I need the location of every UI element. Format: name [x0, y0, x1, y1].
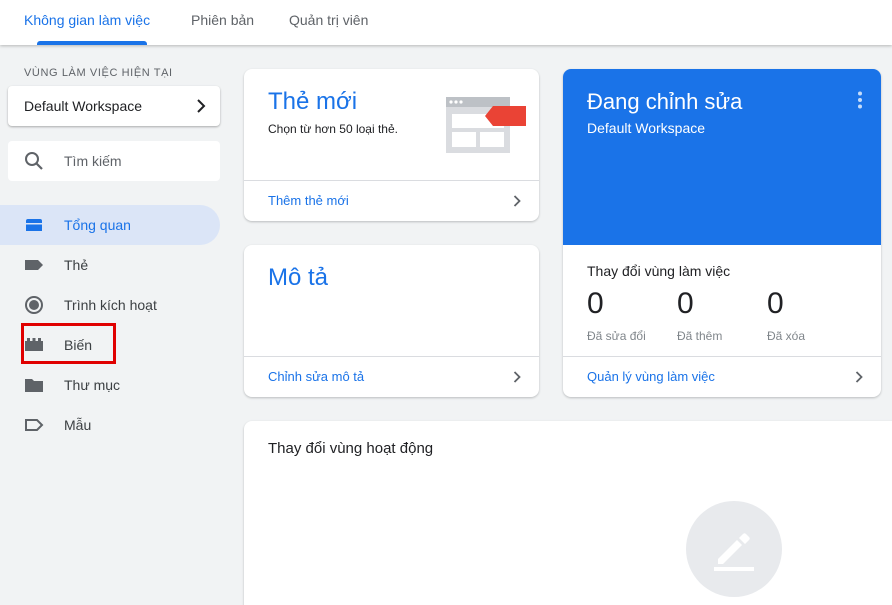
- new-tag-subtitle: Chọn từ hơn 50 loại thẻ.: [268, 122, 398, 136]
- tag-illustration-icon: [446, 97, 526, 153]
- added-label: Đã thêm: [677, 329, 723, 343]
- sidebar-item-label: Mẫu: [64, 417, 92, 433]
- sidebar-item-label: Thẻ: [64, 257, 89, 273]
- template-icon: [25, 419, 44, 431]
- new-tag-title: Thẻ mới: [268, 88, 358, 115]
- current-workspace-label: VÙNG LÀM VIỆC HIỆN TẠI: [24, 67, 173, 79]
- new-tag-footer[interactable]: Thêm thẻ mới: [244, 180, 539, 221]
- workspace-name: Default Workspace: [24, 98, 143, 114]
- workspace-selector[interactable]: Default Workspace: [8, 86, 220, 126]
- activity-title: Thay đổi vùng hoạt động: [268, 440, 434, 457]
- add-new-tag-link[interactable]: Thêm thẻ mới: [268, 193, 349, 208]
- sidebar-item-label: Tổng quan: [64, 217, 131, 233]
- sidebar-item-overview[interactable]: Tổng quan: [0, 205, 220, 245]
- tab-workspace[interactable]: Không gian làm việc: [24, 0, 150, 45]
- now-editing-card: Đang chỉnh sửa Default Workspace Thay đổ…: [563, 69, 881, 397]
- sidebar-item-folders[interactable]: Thư mục: [0, 365, 220, 405]
- added-count: 0: [677, 287, 694, 320]
- more-options-icon[interactable]: [857, 91, 863, 109]
- folder-icon: [25, 379, 43, 392]
- sidebar: VÙNG LÀM VIỆC HIỆN TẠI Default Workspace…: [0, 45, 232, 605]
- description-card: Mô tả Chỉnh sửa mô tả: [244, 245, 539, 397]
- chevron-right-icon: [855, 371, 863, 383]
- sidebar-item-label: Trình kích hoạt: [64, 297, 157, 313]
- trigger-icon: [25, 296, 43, 314]
- activity-card: Thay đổi vùng hoạt động: [244, 421, 892, 605]
- empty-state-circle: [686, 501, 782, 597]
- sidebar-item-templates[interactable]: Mẫu: [0, 405, 220, 445]
- top-tab-bar: Không gian làm việc Phiên bản Quản trị v…: [0, 0, 892, 45]
- chevron-right-icon: [513, 371, 521, 383]
- overview-icon: [26, 219, 42, 231]
- search-input[interactable]: Tìm kiếm: [8, 141, 220, 181]
- manage-workspaces-link[interactable]: Quản lý vùng làm việc: [587, 369, 715, 384]
- sidebar-item-triggers[interactable]: Trình kích hoạt: [0, 285, 220, 325]
- now-editing-workspace: Default Workspace: [587, 120, 706, 136]
- now-editing-title: Đang chỉnh sửa: [587, 89, 743, 114]
- tag-icon: [25, 260, 43, 270]
- search-icon: [25, 152, 43, 170]
- now-editing-header: Đang chỉnh sửa Default Workspace: [563, 69, 881, 245]
- search-placeholder: Tìm kiếm: [64, 153, 122, 169]
- now-editing-footer[interactable]: Quản lý vùng làm việc: [563, 356, 881, 397]
- pencil-icon: [714, 533, 754, 571]
- chevron-right-icon: [197, 99, 206, 113]
- modified-count: 0: [587, 287, 604, 320]
- description-footer[interactable]: Chỉnh sửa mô tả: [244, 356, 539, 397]
- sidebar-item-tags[interactable]: Thẻ: [0, 245, 220, 285]
- new-tag-card: Thẻ mới Chọn từ hơn 50 loại thẻ. Thêm th…: [244, 69, 539, 221]
- chevron-right-icon: [513, 195, 521, 207]
- modified-label: Đã sửa đổi: [587, 329, 646, 343]
- workspace-changes-label: Thay đổi vùng làm việc: [587, 263, 731, 279]
- highlight-annotation-box: [21, 323, 116, 364]
- tab-admin[interactable]: Quản trị viên: [289, 0, 368, 45]
- description-title: Mô tả: [268, 264, 329, 291]
- tab-versions[interactable]: Phiên bản: [191, 0, 254, 45]
- active-tab-indicator: [37, 41, 147, 45]
- deleted-count: 0: [767, 287, 784, 320]
- sidebar-item-label: Thư mục: [64, 377, 121, 393]
- deleted-label: Đã xóa: [767, 329, 806, 343]
- edit-description-link[interactable]: Chỉnh sửa mô tả: [268, 369, 364, 384]
